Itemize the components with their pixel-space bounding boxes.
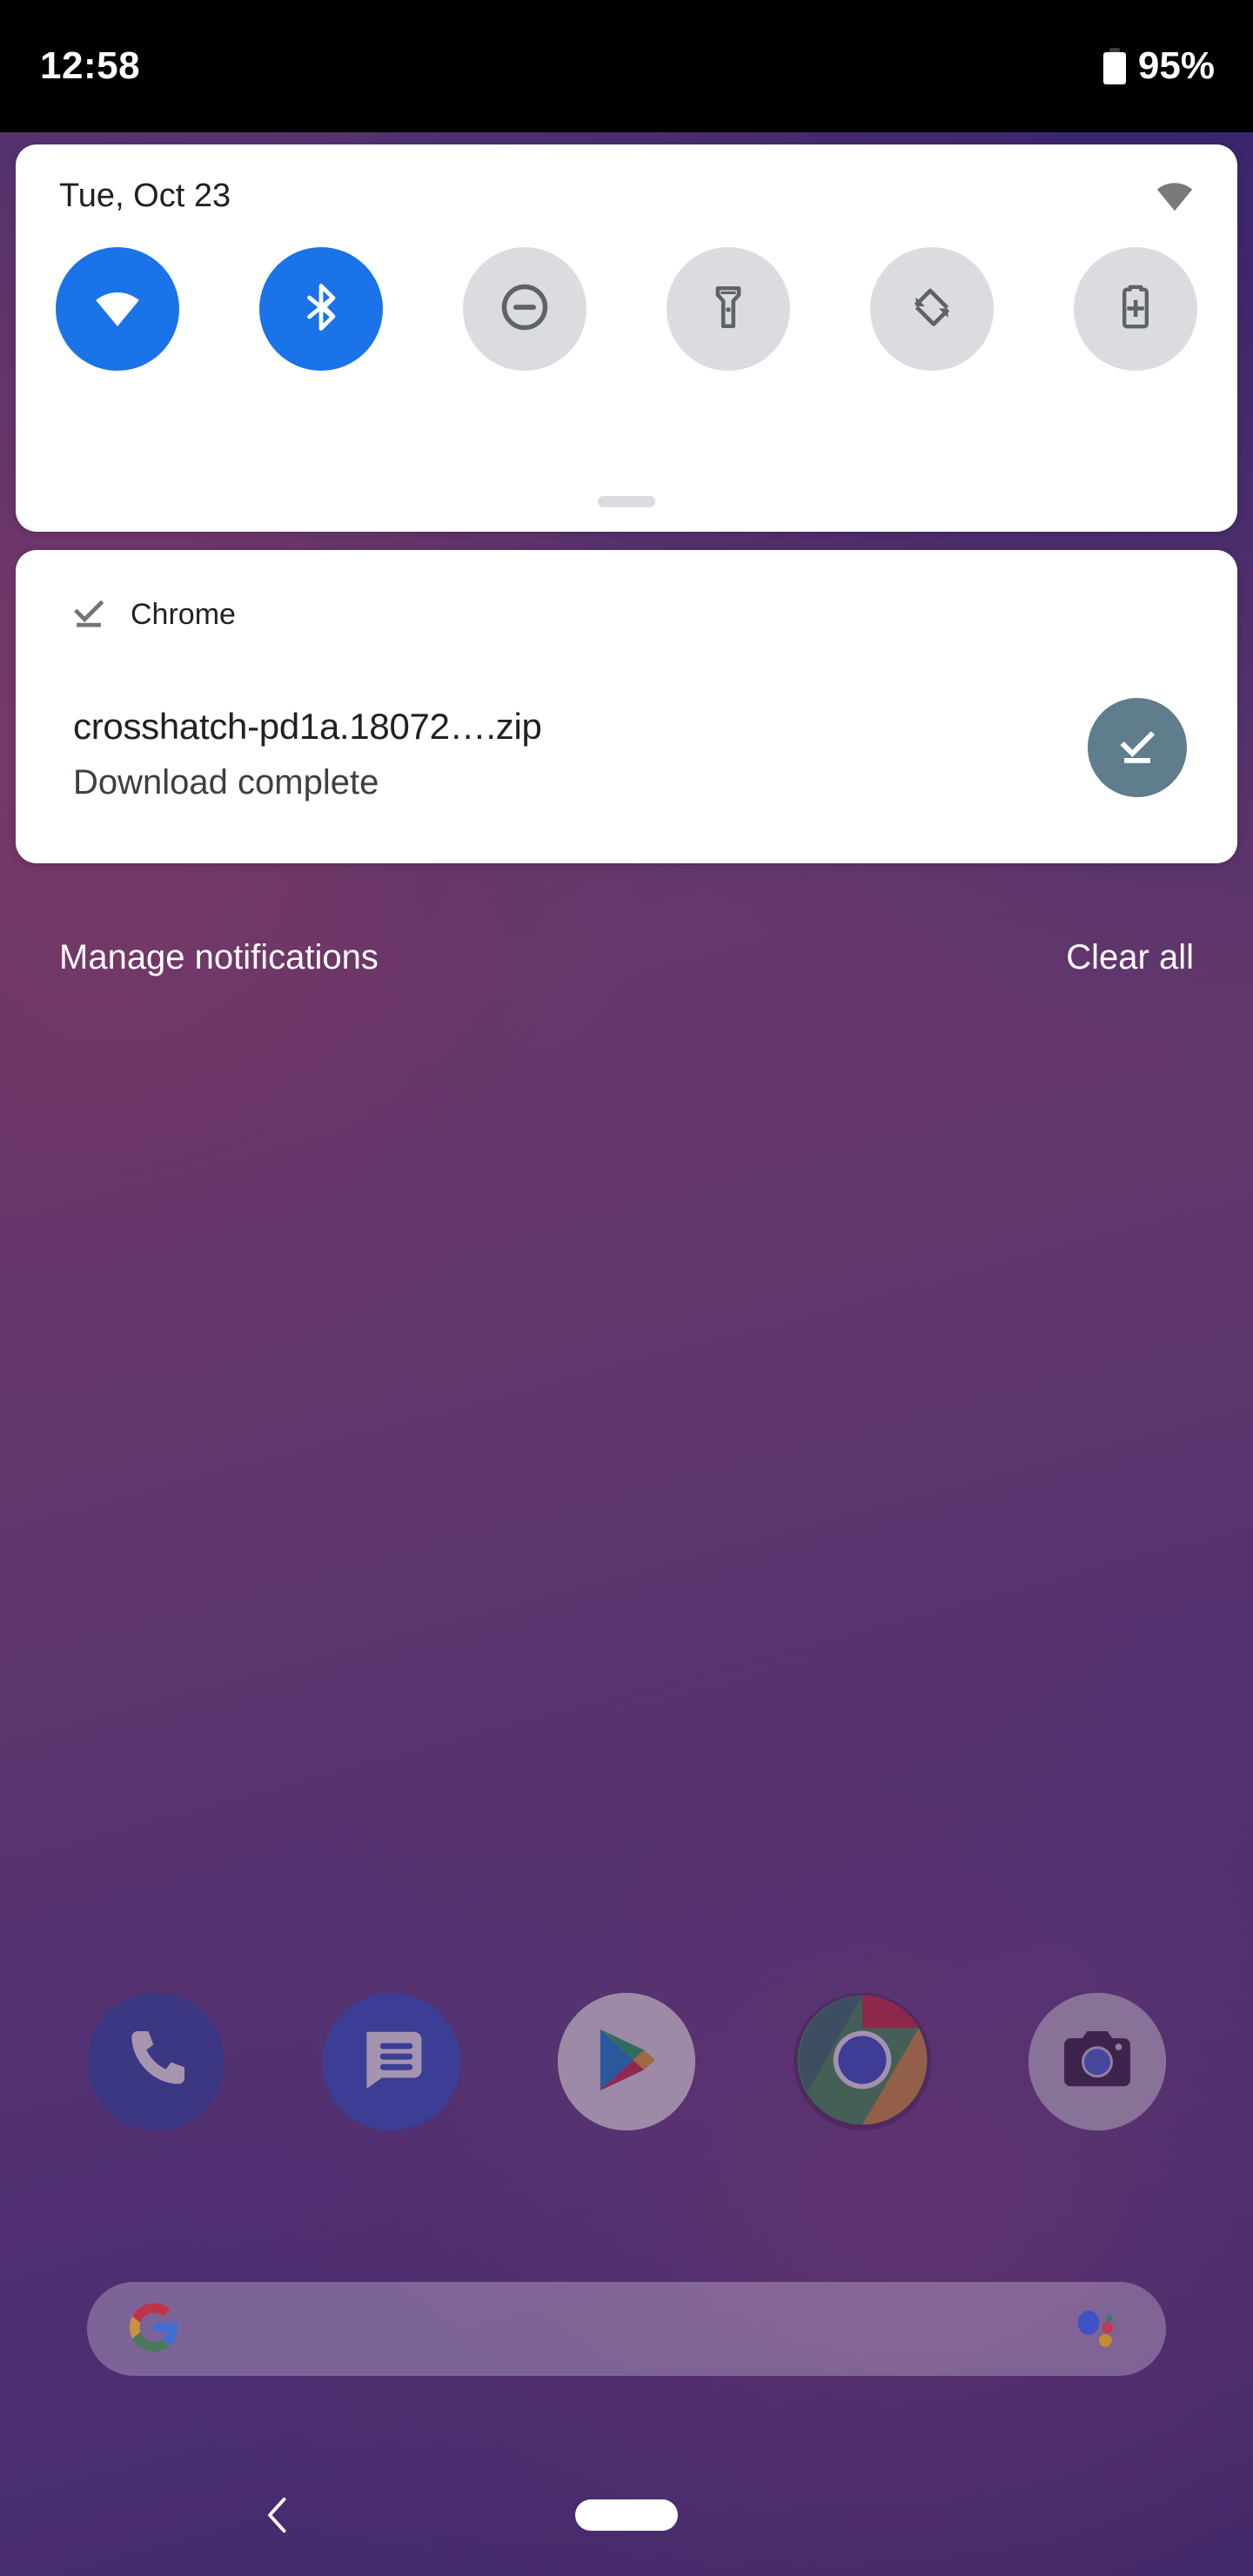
home-dock xyxy=(0,1993,1253,2130)
notification-app-name: Chrome xyxy=(131,598,236,631)
status-bar: 12:58 95% xyxy=(0,0,1253,132)
qs-tile-flashlight[interactable] xyxy=(667,247,790,371)
qs-tile-wifi[interactable] xyxy=(56,247,179,371)
quick-settings-drag-handle[interactable] xyxy=(598,496,655,507)
notification-header: Chrome xyxy=(70,594,236,636)
quick-settings-tiles xyxy=(16,247,1237,371)
android-screen: 12:58 95% Tue, Oct 23 Chrome crosshatch-… xyxy=(0,0,1253,2576)
google-assistant-icon[interactable] xyxy=(1069,2298,1126,2360)
battery-percent-label: 95% xyxy=(1137,44,1215,87)
qs-tile-battery-saver[interactable] xyxy=(1074,247,1197,371)
google-search-bar[interactable] xyxy=(87,2282,1166,2376)
do-not-disturb-icon xyxy=(498,280,552,339)
notification-chrome-download[interactable]: Chrome crosshatch-pd1a.18072….zip Downlo… xyxy=(16,550,1237,863)
dock-item-phone[interactable] xyxy=(87,1993,224,2130)
bluetooth-icon xyxy=(295,281,347,338)
notification-subtitle: Download complete xyxy=(73,762,379,802)
notification-shade-footer: Manage notifications Clear all xyxy=(0,905,1253,1010)
dock-item-chrome[interactable] xyxy=(793,1993,931,2130)
notification-content: crosshatch-pd1a.18072….zip Download comp… xyxy=(73,705,542,803)
home-pill-icon[interactable] xyxy=(575,2499,678,2531)
wifi-icon xyxy=(1154,175,1196,217)
status-bar-right-cluster: 95% xyxy=(1102,44,1215,88)
quick-settings-panel: Tue, Oct 23 xyxy=(16,144,1237,532)
google-g-icon xyxy=(127,2300,181,2358)
auto-rotate-icon xyxy=(906,281,958,338)
qs-tile-auto-rotate[interactable] xyxy=(870,247,994,371)
status-bar-clock: 12:58 xyxy=(40,44,141,87)
download-done-icon xyxy=(1113,721,1162,775)
dock-item-play-store[interactable] xyxy=(558,1993,695,2130)
quick-settings-date: Tue, Oct 23 xyxy=(59,177,231,214)
notification-title: crosshatch-pd1a.18072….zip xyxy=(73,706,542,747)
back-chevron-icon[interactable] xyxy=(252,2489,305,2541)
clear-all-button[interactable]: Clear all xyxy=(1066,938,1194,977)
manage-notifications-button[interactable]: Manage notifications xyxy=(59,938,379,977)
battery-saver-icon xyxy=(1110,282,1161,337)
dock-item-camera[interactable] xyxy=(1029,1993,1166,2130)
qs-tile-bluetooth[interactable] xyxy=(259,247,383,371)
flashlight-icon xyxy=(703,282,754,337)
download-done-icon xyxy=(70,594,108,636)
notification-large-icon xyxy=(1088,698,1187,797)
battery-full-icon xyxy=(1102,48,1126,84)
navigation-bar xyxy=(0,2454,1253,2576)
qs-tile-do-not-disturb[interactable] xyxy=(463,247,586,371)
quick-settings-header: Tue, Oct 23 xyxy=(16,144,1237,247)
wifi-icon xyxy=(90,280,144,339)
dock-item-messages[interactable] xyxy=(322,1993,460,2130)
